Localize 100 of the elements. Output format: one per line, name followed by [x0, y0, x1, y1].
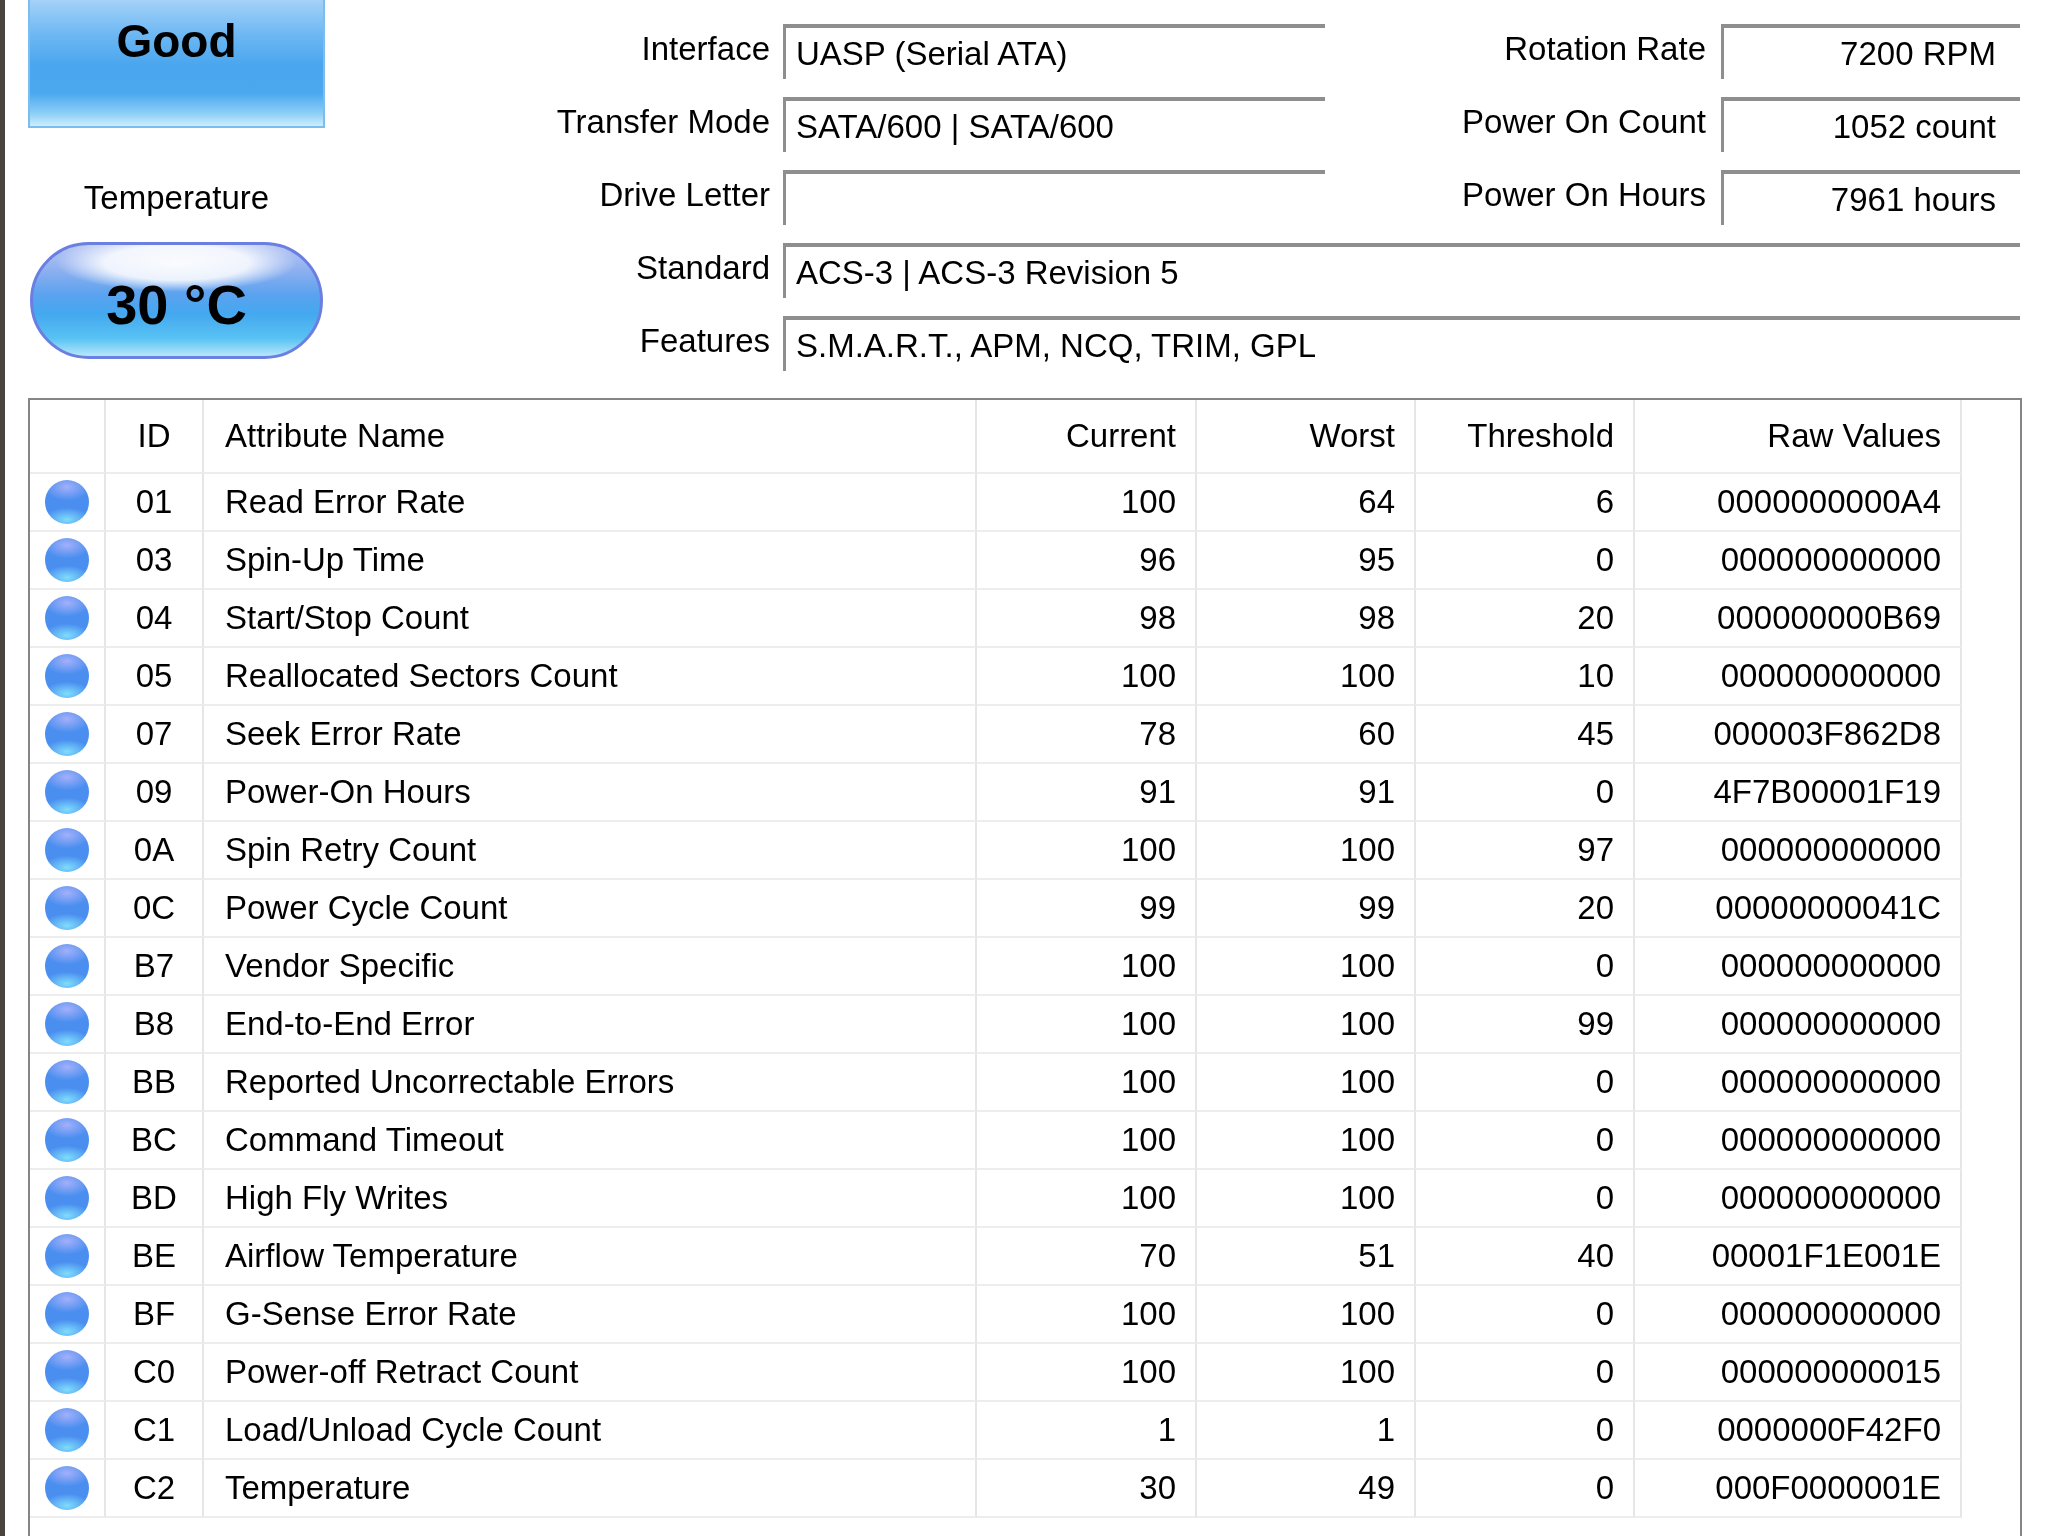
table-cell: 91 — [1197, 764, 1416, 822]
table-cell: 98 — [1197, 590, 1416, 648]
temperature-button[interactable]: 30 °C — [30, 242, 323, 359]
column-header[interactable]: Raw Values — [1635, 400, 1962, 474]
info-field: 7961 hours — [1721, 170, 2020, 225]
table-cell: 97 — [1416, 822, 1635, 880]
table-cell: 04 — [106, 590, 204, 648]
table-cell: 10 — [1416, 648, 1635, 706]
table-cell: 100 — [977, 1054, 1197, 1112]
table-cell: 100 — [977, 996, 1197, 1054]
info-field: UASP (Serial ATA) — [783, 24, 1325, 79]
table-cell: 0 — [1416, 938, 1635, 996]
column-header[interactable]: ID — [106, 400, 204, 474]
table-cell: 100 — [977, 822, 1197, 880]
table-cell: 100 — [977, 1112, 1197, 1170]
table-cell: 78 — [977, 706, 1197, 764]
table-cell: BB — [106, 1054, 204, 1112]
table-cell: High Fly Writes — [204, 1170, 977, 1228]
table-cell: 000000000000 — [1635, 532, 1962, 590]
table-cell: 99 — [1197, 880, 1416, 938]
table-cell: Reported Uncorrectable Errors — [204, 1054, 977, 1112]
table-cell: 99 — [977, 880, 1197, 938]
table-cell: 000000000000 — [1635, 1170, 1962, 1228]
table-cell: BF — [106, 1286, 204, 1344]
table-cell: Power-On Hours — [204, 764, 977, 822]
field-label: Features — [638, 321, 771, 360]
table-cell: 000000000000 — [1635, 648, 1962, 706]
table-cell: 0 — [1416, 532, 1635, 590]
table-cell: 100 — [977, 938, 1197, 996]
table-cell: 60 — [1197, 706, 1416, 764]
table-cell: 98 — [977, 590, 1197, 648]
table-cell: 100 — [977, 648, 1197, 706]
table-cell: 20 — [1416, 880, 1635, 938]
table-cell: 70 — [977, 1228, 1197, 1286]
table-cell: 99 — [1416, 996, 1635, 1054]
table-cell: 05 — [106, 648, 204, 706]
field-label: Rotation Rate — [1503, 29, 1707, 68]
table-cell: 03 — [106, 532, 204, 590]
table-cell: 000000000B69 — [1635, 590, 1962, 648]
table-cell: B8 — [106, 996, 204, 1054]
table-cell: 0 — [1416, 1112, 1635, 1170]
column-header[interactable]: Current — [977, 400, 1197, 474]
table-cell: B7 — [106, 938, 204, 996]
field-label: Power On Count — [1461, 102, 1707, 141]
table-cell: Power-off Retract Count — [204, 1344, 977, 1402]
table-cell: 0A — [106, 822, 204, 880]
table-cell: 09 — [106, 764, 204, 822]
column-header[interactable]: Attribute Name — [204, 400, 977, 474]
table-cell: 100 — [977, 1170, 1197, 1228]
info-field: S.M.A.R.T., APM, NCQ, TRIM, GPL — [783, 316, 2020, 371]
info-field: 1052 count — [1721, 97, 2020, 152]
field-label: Standard — [635, 248, 771, 287]
info-field: 7200 RPM — [1721, 24, 2020, 79]
column-header[interactable]: Worst — [1197, 400, 1416, 474]
health-status-button[interactable]: Good — [28, 0, 325, 128]
table-cell: Reallocated Sectors Count — [204, 648, 977, 706]
table-cell: G-Sense Error Rate — [204, 1286, 977, 1344]
table-cell: 91 — [977, 764, 1197, 822]
table-cell: 000000000015 — [1635, 1344, 1962, 1402]
field-label: Power On Hours — [1461, 175, 1707, 214]
table-cell: 49 — [1197, 1460, 1416, 1518]
table-cell: 000000000000 — [1635, 1112, 1962, 1170]
table-cell: BE — [106, 1228, 204, 1286]
table-cell: Seek Error Rate — [204, 706, 977, 764]
table-cell: BD — [106, 1170, 204, 1228]
info-field: ACS-3 | ACS-3 Revision 5 — [783, 243, 2020, 298]
table-cell: BC — [106, 1112, 204, 1170]
table-cell: End-to-End Error — [204, 996, 977, 1054]
table-cell: 00001F1E001E — [1635, 1228, 1962, 1286]
table-cell: 100 — [1197, 1286, 1416, 1344]
table-cell: 100 — [1197, 996, 1416, 1054]
table-cell: 64 — [1197, 474, 1416, 532]
table-cell: 100 — [977, 1344, 1197, 1402]
table-cell: Load/Unload Cycle Count — [204, 1402, 977, 1460]
table-cell: C1 — [106, 1402, 204, 1460]
table-cell: 1 — [977, 1402, 1197, 1460]
field-label: Transfer Mode — [555, 102, 771, 141]
table-cell: 00000000041C — [1635, 880, 1962, 938]
table-cell: 000000000000 — [1635, 1054, 1962, 1112]
table-cell: 000000000000 — [1635, 1286, 1962, 1344]
table-cell: 100 — [1197, 1112, 1416, 1170]
table-cell: 000000000000 — [1635, 996, 1962, 1054]
table-cell: Airflow Temperature — [204, 1228, 977, 1286]
column-header[interactable]: Threshold — [1416, 400, 1635, 474]
table-cell: 07 — [106, 706, 204, 764]
table-cell: 100 — [1197, 1344, 1416, 1402]
table-cell: 0000000F42F0 — [1635, 1402, 1962, 1460]
table-cell: Command Timeout — [204, 1112, 977, 1170]
table-cell: 000000000000 — [1635, 822, 1962, 880]
table-cell: 100 — [1197, 938, 1416, 996]
table-cell: 0 — [1416, 1170, 1635, 1228]
table-cell: 100 — [1197, 822, 1416, 880]
table-cell: 000003F862D8 — [1635, 706, 1962, 764]
table-cell: 100 — [1197, 1170, 1416, 1228]
table-cell: C2 — [106, 1460, 204, 1518]
column-header[interactable] — [30, 400, 106, 474]
table-cell: 45 — [1416, 706, 1635, 764]
table-cell: 1 — [1197, 1402, 1416, 1460]
table-cell: 0 — [1416, 1286, 1635, 1344]
table-cell: 100 — [977, 1286, 1197, 1344]
